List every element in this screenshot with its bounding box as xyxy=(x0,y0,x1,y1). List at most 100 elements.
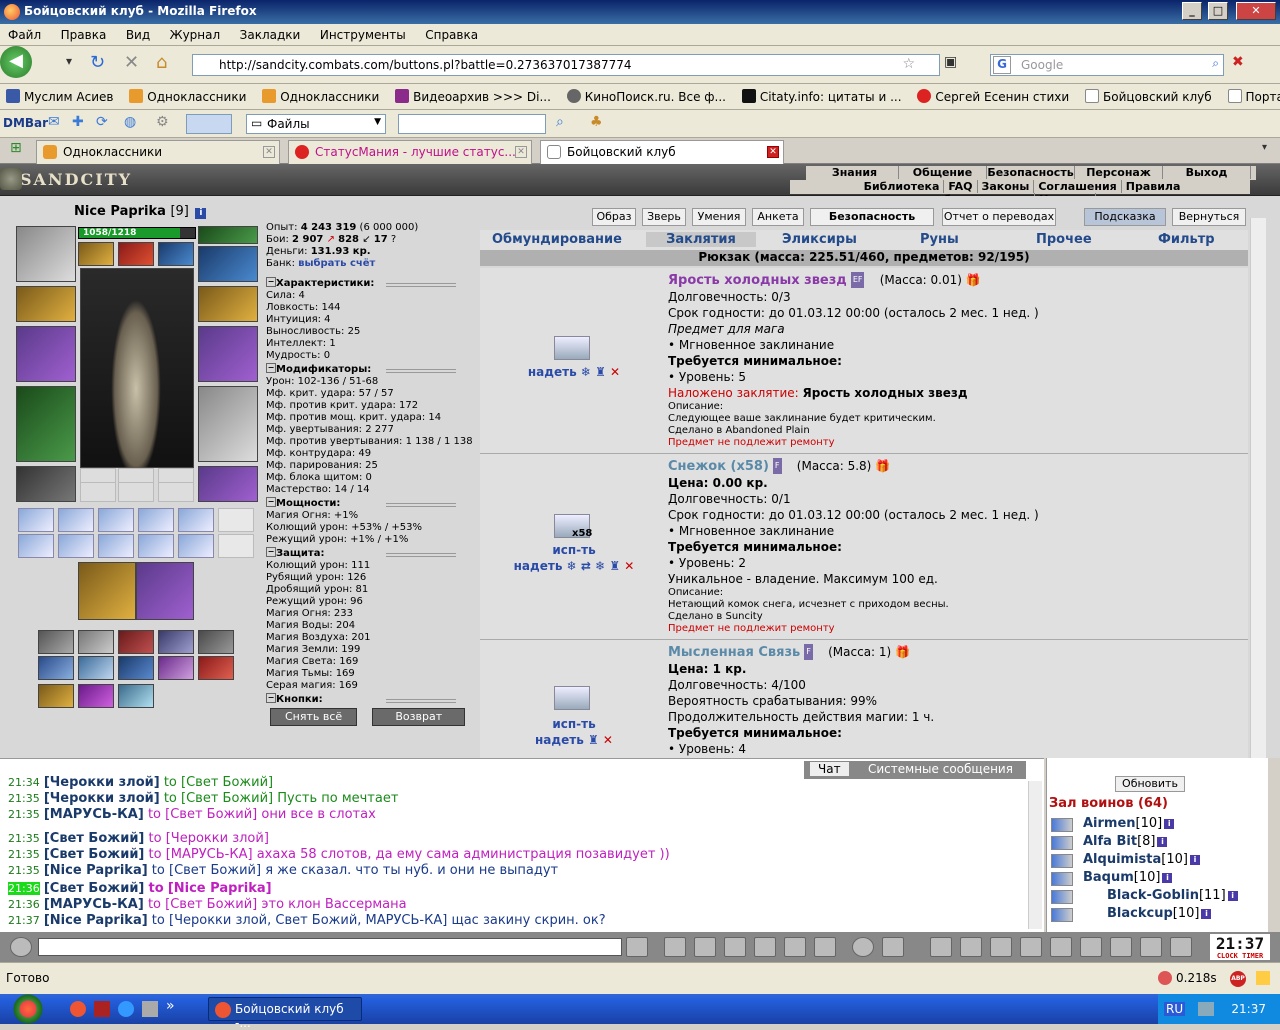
hands-icon[interactable] xyxy=(1140,937,1162,957)
scroll-slot[interactable] xyxy=(178,508,214,532)
menu-character[interactable]: Персонаж xyxy=(1075,166,1163,179)
snowflake-icon[interactable]: ❄ xyxy=(595,559,605,573)
dm-widget[interactable] xyxy=(186,114,232,134)
bookmark-item[interactable]: КиноПоиск.ru. Все ф... xyxy=(561,84,732,104)
msg-nick[interactable]: [Черокки злой] xyxy=(44,791,160,806)
return-button[interactable]: Возврат xyxy=(372,708,465,726)
fight-icon[interactable] xyxy=(754,937,776,957)
warrior-name[interactable]: Black-Goblin xyxy=(1107,888,1199,903)
keyboard-icon[interactable] xyxy=(882,937,904,957)
ring-empty-slot[interactable] xyxy=(158,482,194,502)
legs-slot[interactable] xyxy=(198,386,258,462)
screenshot-icon[interactable]: ▣ xyxy=(944,54,957,70)
adblock-icon[interactable]: ✖ xyxy=(1232,54,1244,70)
warrior-item[interactable]: Blackcup[10]i xyxy=(1107,906,1211,921)
bookmark-item[interactable]: Одноклассники xyxy=(256,84,385,104)
tab-statusmania[interactable]: СтатусМания - лучшие статус... ✕ xyxy=(288,140,532,164)
bookmark-item[interactable]: Citaty.info: цитаты и ... xyxy=(736,84,908,104)
warrior-name[interactable]: Alfa Bit xyxy=(1083,834,1137,849)
delete-icon[interactable]: ✕ xyxy=(624,559,634,573)
scroll-slot-empty[interactable] xyxy=(218,534,254,558)
scroll-slot[interactable] xyxy=(98,534,134,558)
tab-list-icon[interactable]: ▾ xyxy=(1262,142,1267,153)
warrior-item[interactable]: Alquimista[10]i xyxy=(1083,852,1200,867)
adblock-plus-icon[interactable]: ABP xyxy=(1230,971,1246,987)
warrior-name[interactable]: Alquimista xyxy=(1083,852,1161,867)
menu-history[interactable]: Журнал xyxy=(162,24,229,46)
item-name[interactable]: Ярость холодных звезд xyxy=(668,273,847,288)
history-dropdown-icon[interactable]: ▾ xyxy=(66,54,72,68)
firefox-icon[interactable] xyxy=(70,1001,86,1017)
boots-slot[interactable] xyxy=(198,466,258,502)
skill-icon[interactable] xyxy=(118,630,154,654)
skill-icon[interactable] xyxy=(38,684,74,708)
section-defense[interactable]: Защита: xyxy=(266,548,476,560)
use-link[interactable]: исп-ть xyxy=(480,716,668,732)
skill-icon[interactable] xyxy=(38,656,74,680)
msg-recipient[interactable]: [Nice Paprika] xyxy=(168,881,272,896)
ie-icon[interactable] xyxy=(118,1001,134,1017)
delete-icon[interactable]: ✕ xyxy=(610,365,620,379)
menu-bookmarks[interactable]: Закладки xyxy=(232,24,309,46)
back-button[interactable]: ◀ xyxy=(0,46,32,78)
home-icon[interactable]: ⌂ xyxy=(156,52,167,73)
msg-nick[interactable]: [Свет Божий] xyxy=(44,831,145,846)
section-powers[interactable]: Мощности: xyxy=(266,498,476,510)
shirt-icon[interactable]: ♜ xyxy=(609,559,620,573)
settings-icon[interactable] xyxy=(724,937,746,957)
swap-icon[interactable]: ⇄ xyxy=(581,559,591,573)
menu-view[interactable]: Вид xyxy=(118,24,158,46)
skill-icon[interactable] xyxy=(78,656,114,680)
anvil-icon[interactable] xyxy=(1050,937,1072,957)
nav-pet-button[interactable]: Зверь xyxy=(642,208,686,226)
nav-image-button[interactable]: Образ xyxy=(592,208,636,226)
more-icon[interactable]: » xyxy=(166,998,175,1014)
skill-icon[interactable] xyxy=(198,630,234,654)
refresh-icon[interactable]: ⟳ xyxy=(96,114,108,130)
delete-icon[interactable]: ✕ xyxy=(603,733,613,747)
msg-recipient[interactable]: [Свет Божий] xyxy=(181,775,273,790)
app-icon[interactable] xyxy=(94,1001,110,1017)
refresh-button[interactable]: Обновить xyxy=(1115,776,1185,792)
money-bag-icon[interactable] xyxy=(960,937,982,957)
ring-empty-slot[interactable] xyxy=(80,482,116,502)
menu-knowledge[interactable]: Знания xyxy=(811,166,899,179)
bag-icon[interactable] xyxy=(930,937,952,957)
tab-equipment[interactable]: Обмундирование xyxy=(492,232,622,247)
msg-nick[interactable]: [МАРУСЬ-КА] xyxy=(44,897,144,912)
nav-back-button[interactable]: Вернуться xyxy=(1172,208,1246,226)
tools-icon[interactable]: ⚙ xyxy=(156,114,169,130)
equip-link[interactable]: надеть xyxy=(535,733,584,747)
info-icon[interactable]: i xyxy=(1201,909,1211,919)
item-name[interactable]: Мысленная Связь xyxy=(668,645,800,660)
warrior-name[interactable]: Airmen xyxy=(1083,816,1136,831)
monkey-icon[interactable] xyxy=(1158,971,1172,985)
helmet-slot[interactable] xyxy=(16,226,76,282)
chat-scrollbar[interactable] xyxy=(1028,781,1042,929)
info-icon[interactable]: i xyxy=(1162,873,1172,883)
taskbar-firefox-item[interactable]: Бойцовский клуб -... xyxy=(208,997,362,1021)
pet-slot[interactable] xyxy=(78,562,136,620)
rune-slot[interactable] xyxy=(198,246,258,282)
nav-transfers-button[interactable]: Отчет о переводах xyxy=(942,208,1056,226)
language-indicator[interactable]: RU xyxy=(1164,1002,1185,1016)
msg-recipient[interactable]: [Свет Божий] xyxy=(169,863,261,878)
snowflake-icon[interactable]: ❄ xyxy=(567,559,577,573)
skill-icon[interactable] xyxy=(78,684,114,708)
scroll-slot[interactable] xyxy=(178,534,214,558)
nav-skills-button[interactable]: Умения xyxy=(692,208,746,226)
menu-laws[interactable]: Законы xyxy=(978,180,1035,193)
exit-icon[interactable] xyxy=(1170,937,1192,957)
amulet-slot[interactable] xyxy=(78,242,114,266)
tab-spells[interactable]: Заклятия xyxy=(646,232,756,247)
menu-library[interactable]: Библиотека xyxy=(860,180,945,193)
new-tab-icon[interactable]: ⊞ xyxy=(10,140,22,156)
msg-recipient[interactable]: [Черокки злой, Свет Божий, МАРУСЬ-КА] xyxy=(169,913,447,928)
scroll-slot[interactable] xyxy=(98,508,134,532)
skill-icon[interactable] xyxy=(198,656,234,680)
skill-icon[interactable] xyxy=(158,656,194,680)
info-icon[interactable]: i xyxy=(1190,855,1200,865)
bell-icon[interactable]: ♣ xyxy=(590,114,603,130)
google-icon[interactable]: G xyxy=(993,56,1011,74)
section-characteristics[interactable]: Характеристики: xyxy=(266,278,476,290)
